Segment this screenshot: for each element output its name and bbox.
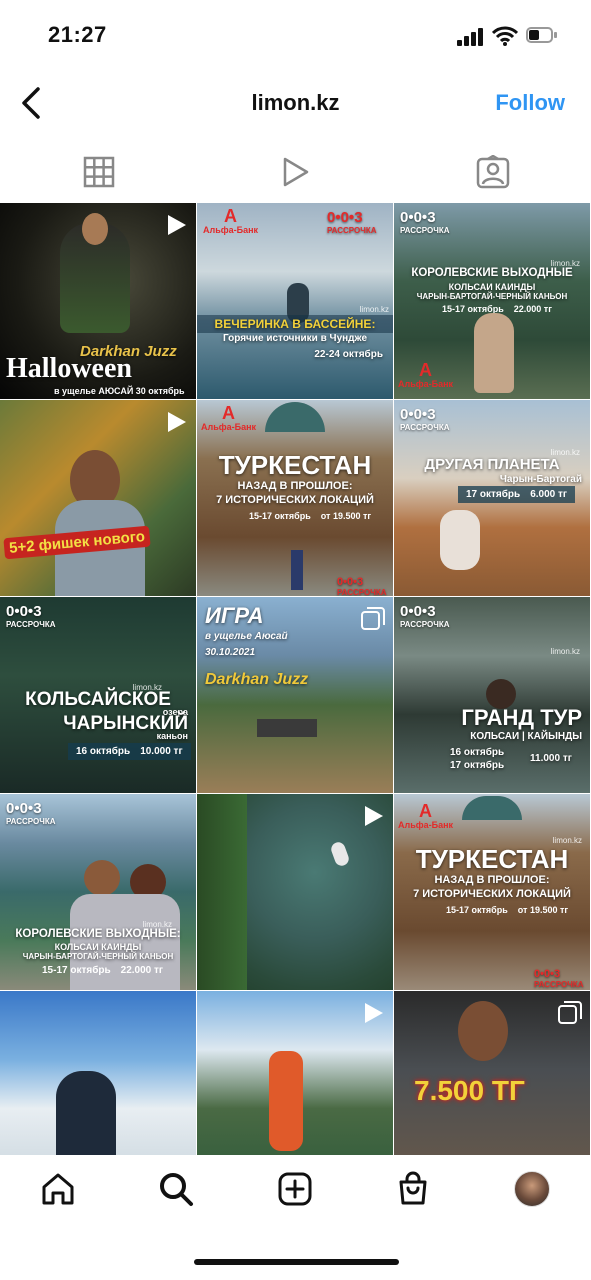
nav-profile[interactable] xyxy=(512,1169,552,1209)
post-tile[interactable]: А Альфа-Банк limon.kz ТУРКЕСТАН НАЗАД В П… xyxy=(394,794,590,990)
brand-logo: 0•0•3 РАССРОЧКА xyxy=(400,209,450,235)
post-tile[interactable]: А Альфа-Банк ТУРКЕСТАН НАЗАД В ПРОШЛОЕ: 7… xyxy=(197,400,393,596)
reel-badge-icon xyxy=(168,412,186,432)
brand-logo: 0•0•3 РАССРОЧКА xyxy=(534,968,584,989)
post-line-1: НАЗАД В ПРОШЛОЕ: xyxy=(237,480,353,492)
post-big-text: Halloween xyxy=(6,353,132,384)
post-line-1: НАЗАД В ПРОШЛОЕ: xyxy=(434,874,550,886)
bank-logo-text: Альфа-Банк xyxy=(203,225,259,235)
post-title: ДРУГАЯ ПЛАНЕТА xyxy=(424,456,560,473)
cellular-signal-icon xyxy=(457,28,485,46)
battery-icon xyxy=(526,27,558,45)
post-tile[interactable]: 5+2 фишек нового xyxy=(0,400,196,596)
post-tile[interactable]: 0•0•3 РАССРОЧКА limon.kz КОРОЛЕВСКИЕ ВЫХО… xyxy=(0,794,196,990)
post-tile[interactable]: 0•0•3 РАССРОЧКА limon.kz ДРУГАЯ ПЛАНЕТА Ч… xyxy=(394,400,590,596)
post-title: ТУРКЕСТАН xyxy=(415,844,569,874)
bottom-navigation xyxy=(0,1155,591,1225)
shop-icon xyxy=(399,1171,427,1205)
create-icon xyxy=(278,1172,312,1206)
post-line-1: КОЛЬСАИ | КАЙЫНДЫ xyxy=(470,731,582,742)
post-tile[interactable] xyxy=(197,794,393,990)
home-icon xyxy=(42,1173,74,1205)
brand-logo: 0•0•3 РАССРОЧКА xyxy=(337,576,387,596)
post-tile[interactable]: 7.500 ТГ xyxy=(394,991,590,1155)
nav-search[interactable] xyxy=(156,1169,196,1209)
post-tile[interactable] xyxy=(0,991,196,1155)
carousel-badge-icon xyxy=(558,1001,582,1024)
posts-grid: Darkhan Juzz Halloween в ущелье АЮСАЙ 30… xyxy=(0,203,591,1155)
tab-reels[interactable] xyxy=(197,150,394,194)
post-line-2: 7 ИСТОРИЧЕСКИХ ЛОКАЦИЙ xyxy=(216,494,374,506)
post-title: ГРАНД ТУР xyxy=(461,705,582,730)
tab-posts-grid[interactable] xyxy=(0,150,197,194)
post-headline: КОРОЛЕВСКИЕ ВЫХОДНЫЕ: xyxy=(15,928,181,940)
post-tile[interactable]: 0•0•3 РАССРОЧКА limon.kz КОЛЬСАЙСКОЕ озер… xyxy=(0,597,196,793)
post-tile[interactable]: Darkhan Juzz Halloween в ущелье АЮСАЙ 30… xyxy=(0,203,196,399)
post-line-2: ЧАРЫН-БАРТОГАЙ-ЧЕРНЫЙ КАНЬОН xyxy=(416,292,568,301)
post-tile[interactable]: А Альфа-Банк 0•0•3 РАССРОЧКА limon.kz ВЕЧЕ… xyxy=(197,203,393,399)
post-date: 30.10.2021 xyxy=(205,647,256,658)
tagged-icon xyxy=(476,155,509,189)
post-small-2: каньон xyxy=(156,731,188,741)
post-subtitle: Горячие источники в Чундже xyxy=(222,333,368,344)
post-price: 11.000 тг xyxy=(530,753,572,764)
brand-logo: 0•0•3 РАССРОЧКА xyxy=(327,209,377,235)
follow-button[interactable]: Follow xyxy=(495,90,565,116)
carousel-badge-icon xyxy=(361,607,385,630)
nav-home[interactable] xyxy=(38,1169,78,1209)
post-small-text: в ущелье АЮСАЙ 30 октябрь xyxy=(54,386,185,396)
reel-badge-icon xyxy=(365,806,383,826)
post-headline: КОРОЛЕВСКИЕ ВЫХОДНЫЕ xyxy=(411,267,573,279)
post-subtitle: в ущелье Аюсай xyxy=(205,631,288,642)
home-indicator xyxy=(194,1259,399,1265)
reel-badge-icon xyxy=(168,215,186,235)
post-date: 22-24 октябрь xyxy=(314,349,383,360)
brand-logo: 0•0•3 РАССРОЧКА xyxy=(400,603,450,629)
post-tile[interactable]: 0•0•3 РАССРОЧКА limon.kz КОРОЛЕВСКИЕ ВЫХО… xyxy=(394,203,590,399)
brand-logo: 0•0•3 РАССРОЧКА xyxy=(6,603,56,629)
post-date-1: 16 октябрь xyxy=(450,747,505,758)
post-line-1: КОЛЬСАИ КАИНДЫ xyxy=(448,282,536,292)
grid-icon xyxy=(83,156,114,188)
post-line-1: Чарын-Бартогай xyxy=(499,474,582,485)
post-script-text: Darkhan Juzz xyxy=(205,671,309,688)
post-tile[interactable] xyxy=(197,991,393,1155)
post-price: 7.500 ТГ xyxy=(414,1075,525,1106)
site-watermark: limon.kz xyxy=(550,647,580,656)
post-line-2: 7 ИСТОРИЧЕСКИХ ЛОКАЦИЙ xyxy=(413,888,571,900)
post-headline: ВЕЧЕРИНКА В БАССЕЙНЕ: xyxy=(197,315,393,333)
post-title: ТУРКЕСТАН xyxy=(218,450,372,480)
brand-logo: 0•0•3 РАССРОЧКА xyxy=(6,800,56,826)
brand-logo: 0•0•3 РАССРОЧКА xyxy=(400,406,450,432)
profile-avatar xyxy=(514,1171,550,1207)
post-tile[interactable]: 0•0•3 РАССРОЧКА limon.kz ГРАНД ТУР КОЛЬСА… xyxy=(394,597,590,793)
post-title: ИГРА xyxy=(205,603,264,628)
site-watermark: limon.kz xyxy=(359,305,389,314)
wifi-icon xyxy=(492,26,518,46)
search-icon xyxy=(160,1173,193,1206)
reels-icon xyxy=(283,157,308,187)
nav-create[interactable] xyxy=(275,1169,315,1209)
post-tile[interactable]: ИГРА в ущелье Аюсай 30.10.2021 Darkhan J… xyxy=(197,597,393,793)
post-date-2: 17 октябрь xyxy=(450,760,505,771)
tab-tagged[interactable] xyxy=(394,150,591,194)
post-line-2: ЧАРЫН-БАРТОГАЙ-ЧЕРНЫЙ КАНЬОН xyxy=(22,952,174,961)
reel-badge-icon xyxy=(365,1003,383,1023)
nav-shop[interactable] xyxy=(393,1169,433,1209)
post-line-1: КОЛЬСАИ КАИНДЫ xyxy=(54,942,142,952)
status-time: 21:27 xyxy=(48,22,107,47)
